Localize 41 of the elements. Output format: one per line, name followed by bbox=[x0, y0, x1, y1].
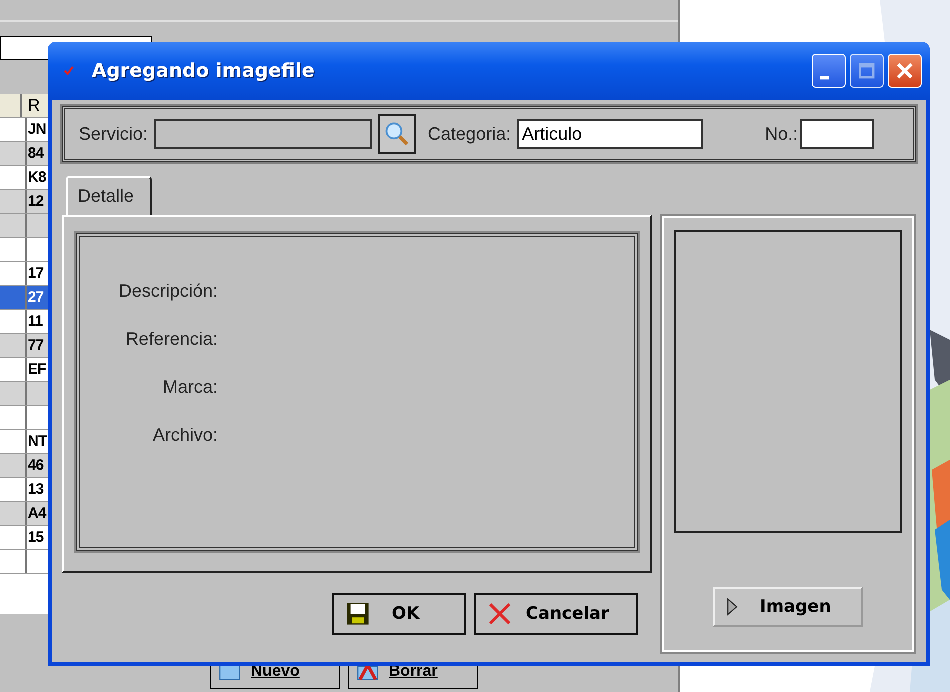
table-cell-text: 17 bbox=[27, 264, 45, 284]
window-title: Agregando imagefile bbox=[92, 60, 315, 82]
search-icon bbox=[383, 120, 412, 148]
table-cell-text: 27 bbox=[27, 288, 45, 308]
table-cell-text: EF bbox=[27, 360, 47, 380]
table-cell-text: 84 bbox=[27, 144, 46, 164]
field-label: Referencia: bbox=[124, 329, 218, 351]
table-cell-text: 13 bbox=[27, 480, 45, 500]
search-button[interactable] bbox=[378, 114, 416, 154]
column-header[interactable]: R bbox=[22, 94, 42, 117]
checkmark-icon bbox=[64, 66, 74, 76]
field-label: Archivo: bbox=[152, 425, 218, 447]
input-field[interactable]: Articulo bbox=[517, 119, 704, 149]
close-button[interactable] bbox=[888, 54, 922, 88]
input-field[interactable] bbox=[154, 119, 372, 149]
play-icon bbox=[727, 598, 738, 616]
table-cell-text: JN bbox=[27, 120, 47, 140]
field-label: Descripción: bbox=[118, 281, 218, 303]
table-cell-text: 77 bbox=[27, 336, 45, 356]
save-icon bbox=[346, 602, 370, 626]
dialog-button[interactable]: Cancelar bbox=[474, 593, 638, 635]
image-button[interactable]: Imagen bbox=[713, 587, 863, 627]
input-field[interactable] bbox=[800, 119, 874, 149]
table-cell-text: K8 bbox=[27, 168, 47, 188]
cross-icon bbox=[488, 602, 512, 626]
field-label: Servicio: bbox=[79, 124, 148, 144]
table-cell-text: NT bbox=[27, 432, 47, 452]
maximize-button[interactable] bbox=[850, 54, 884, 88]
table-cell-text: 46 bbox=[27, 456, 45, 476]
field-label: No.: bbox=[765, 124, 798, 144]
field-label: Marca: bbox=[162, 377, 218, 399]
table-cell-text: 12 bbox=[27, 192, 45, 212]
table-cell-text: 15 bbox=[27, 528, 45, 548]
field-label: Categoria: bbox=[428, 124, 512, 144]
minimize-icon bbox=[820, 76, 828, 80]
minimize-button[interactable] bbox=[812, 54, 846, 88]
table-cell-text: A4 bbox=[27, 504, 47, 524]
dialog-button[interactable]: OK bbox=[332, 593, 466, 635]
table-cell-text: 11 bbox=[27, 312, 44, 332]
tab[interactable]: Detalle bbox=[66, 176, 152, 215]
delete-icon bbox=[357, 663, 379, 681]
